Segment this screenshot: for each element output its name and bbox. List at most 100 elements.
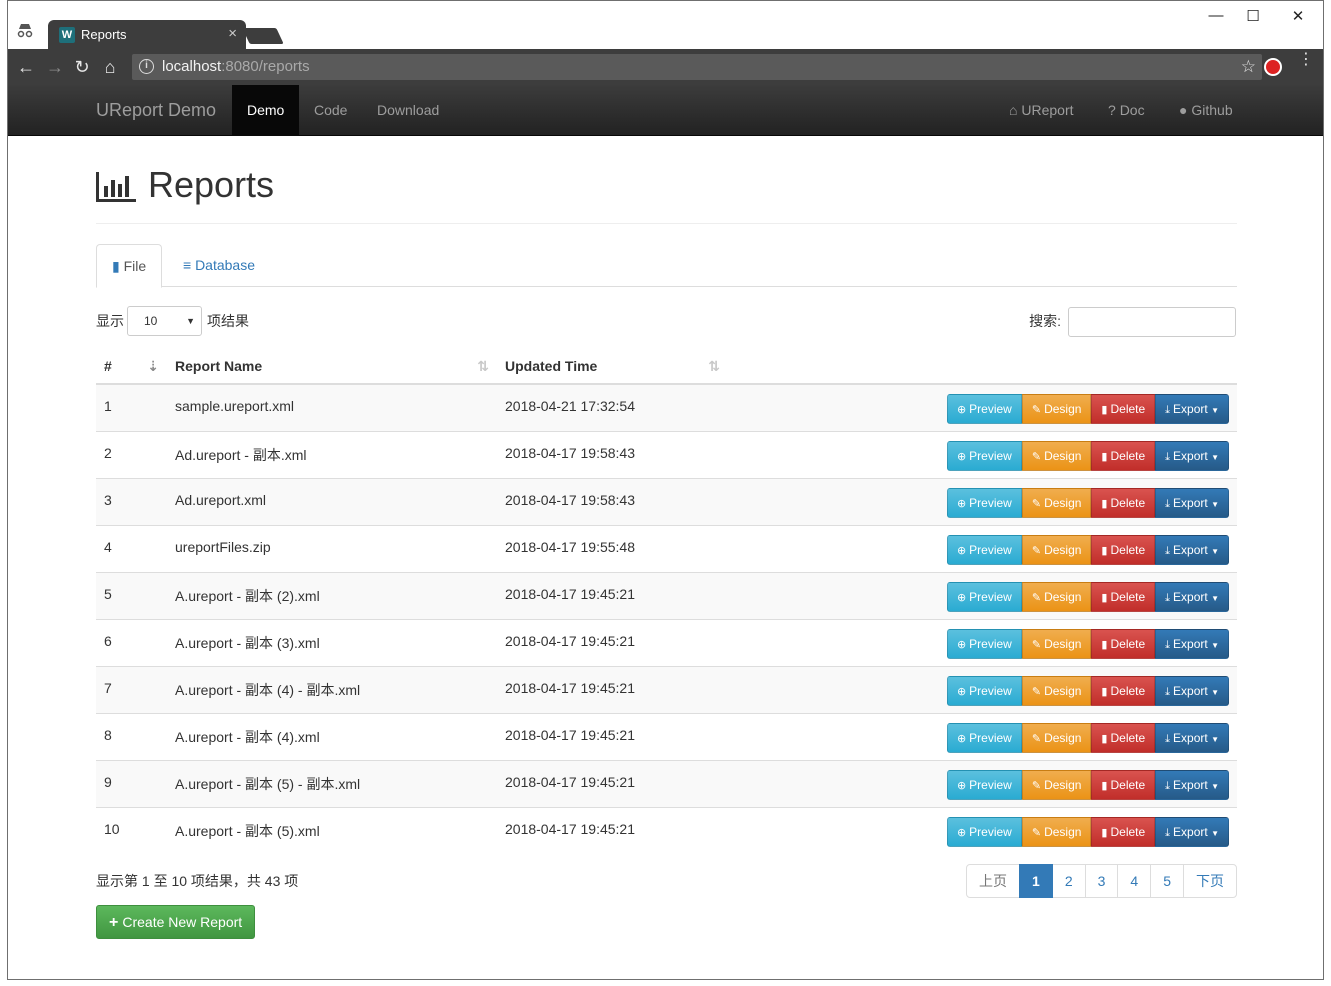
preview-button[interactable]: ⊕ Preview [946,628,1022,659]
page-1[interactable]: 1 [1019,864,1053,898]
preview-button[interactable]: ⊕ Preview [946,722,1022,753]
minimize-button[interactable]: — [1206,7,1226,24]
back-icon[interactable]: ← [15,56,37,78]
home-icon[interactable]: ⌂ [99,56,121,78]
tab-file[interactable]: ▮ File [96,244,163,288]
export-dropdown-button[interactable]: ⤓ Export ▼ [1155,394,1229,424]
table-row: 5 A.ureport - 副本 (2).xml 2018-04-17 19:45:… [96,571,1237,619]
edit-icon: ✎ [1031,404,1042,416]
column-header-index[interactable]: # ⇣ [96,348,167,385]
caret-down-icon: ▼ [1211,546,1219,556]
delete-button[interactable]: ▮ Delete [1091,816,1156,847]
download-icon: ⤓ [1165,497,1171,510]
nav-link-doc[interactable]: ? Doc [1108,85,1145,136]
export-dropdown-button[interactable]: ⤓ Export ▼ [1155,487,1229,518]
preview-button[interactable]: ⊕ Preview [946,534,1022,565]
nav-item-download[interactable]: Download [362,85,454,136]
page-size-select[interactable]: 10 ▼ [127,306,202,336]
delete-button[interactable]: ▮ Delete [1091,769,1156,800]
download-icon: ⤓ [1165,779,1171,792]
row-report-name: A.ureport - 副本 (4).xml [167,712,497,760]
nav-item-code[interactable]: Code [299,85,362,136]
page-next[interactable]: 下页 [1183,864,1237,898]
table-row: 7 A.ureport - 副本 (4) - 副本.xml 2018-04-17 1… [96,665,1237,713]
design-button[interactable]: ✎ Design [1021,440,1092,471]
site-info-icon[interactable]: i [139,59,154,74]
preview-button[interactable]: ⊕ Preview [946,675,1022,706]
download-icon: ⤓ [1165,685,1171,698]
preview-button[interactable]: ⊕ Preview [946,394,1022,424]
extension-icon[interactable] [1264,58,1282,76]
nav-link-github[interactable]: ● Github [1179,85,1233,136]
row-index: 8 [96,712,167,760]
browser-menu-icon[interactable]: ⋮ [1298,52,1314,68]
design-button[interactable]: ✎ Design [1021,487,1092,518]
search-input[interactable] [1068,307,1236,337]
column-header-actions [728,348,1237,385]
caret-down-icon: ▼ [1211,781,1219,791]
export-dropdown-button[interactable]: ⤓ Export ▼ [1155,440,1229,471]
reports-table: # ⇣ Report Name ⇅ Updated Time ⇅ 1 sampl… [96,348,1237,854]
page-4[interactable]: 4 [1117,864,1152,898]
bookmark-star-icon[interactable]: ☆ [1241,57,1256,77]
page-2[interactable]: 2 [1051,864,1086,898]
column-header-time[interactable]: Updated Time ⇅ [497,348,728,385]
maximize-button[interactable]: ☐ [1243,7,1263,25]
design-button[interactable]: ✎ Design [1021,394,1092,424]
export-dropdown-button[interactable]: ⤓ Export ▼ [1155,816,1229,847]
table-row: 6 A.ureport - 副本 (3).xml 2018-04-17 19:45:… [96,618,1237,666]
column-header-name[interactable]: Report Name ⇅ [167,348,497,385]
delete-button[interactable]: ▮ Delete [1091,628,1156,659]
design-button[interactable]: ✎ Design [1021,722,1092,753]
preview-button[interactable]: ⊕ Preview [946,487,1022,518]
export-dropdown-button[interactable]: ⤓ Export ▼ [1155,628,1229,659]
reload-icon[interactable]: ↻ [71,56,93,78]
delete-button[interactable]: ▮ Delete [1091,722,1156,753]
tab-close-icon[interactable]: × [228,25,237,42]
delete-button[interactable]: ▮ Delete [1091,394,1156,424]
export-dropdown-button[interactable]: ⤓ Export ▼ [1155,769,1229,800]
delete-button[interactable]: ▮ Delete [1091,487,1156,518]
download-icon: ⤓ [1165,450,1171,463]
preview-button[interactable]: ⊕ Preview [946,440,1022,471]
row-report-name: Ad.ureport - 副本.xml [167,430,497,478]
design-button[interactable]: ✎ Design [1021,816,1092,847]
page-title: Reports [148,164,275,205]
row-actions: ⊕ Preview ✎ Design ▮ Delete ⤓ Export ▼ [728,759,1237,807]
delete-button[interactable]: ▮ Delete [1091,581,1156,612]
nav-link-ureport[interactable]: ⌂ UReport [1009,85,1074,136]
edit-icon: ✎ [1031,591,1042,604]
forward-icon[interactable]: → [44,56,66,78]
row-actions: ⊕ Preview ✎ Design ▮ Delete ⤓ Export ▼ [728,806,1237,854]
bar-chart-icon [96,172,136,202]
export-dropdown-button[interactable]: ⤓ Export ▼ [1155,675,1229,706]
export-dropdown-button[interactable]: ⤓ Export ▼ [1155,534,1229,565]
tab-database[interactable]: ≡ Database [168,244,270,287]
new-tab-button[interactable] [242,28,284,44]
database-icon: ≡ [183,257,192,273]
export-dropdown-button[interactable]: ⤓ Export ▼ [1155,581,1229,612]
design-button[interactable]: ✎ Design [1021,534,1092,565]
row-index: 6 [96,618,167,666]
preview-button[interactable]: ⊕ Preview [946,816,1022,847]
navbar-brand[interactable]: UReport Demo [96,100,216,121]
close-window-button[interactable]: ✕ [1288,7,1308,25]
export-dropdown-button[interactable]: ⤓ Export ▼ [1155,722,1229,753]
address-bar[interactable]: i localhost:8080/reports ☆ [132,54,1262,80]
preview-button[interactable]: ⊕ Preview [946,581,1022,612]
page-prev[interactable]: 上页 [966,864,1021,898]
preview-button[interactable]: ⊕ Preview [946,769,1022,800]
page-3[interactable]: 3 [1084,864,1119,898]
create-report-button[interactable]: + Create New Report [96,905,256,939]
design-button[interactable]: ✎ Design [1021,675,1092,706]
browser-tab[interactable]: W Reports × [48,20,246,49]
nav-item-demo[interactable]: Demo [232,85,300,136]
design-button[interactable]: ✎ Design [1021,581,1092,612]
delete-button[interactable]: ▮ Delete [1091,440,1156,471]
design-button[interactable]: ✎ Design [1021,628,1092,659]
delete-button[interactable]: ▮ Delete [1091,675,1156,706]
design-button[interactable]: ✎ Design [1021,769,1092,800]
delete-button[interactable]: ▮ Delete [1091,534,1156,565]
page-5[interactable]: 5 [1150,864,1184,898]
row-actions: ⊕ Preview ✎ Design ▮ Delete ⤓ Export ▼ [728,477,1237,525]
